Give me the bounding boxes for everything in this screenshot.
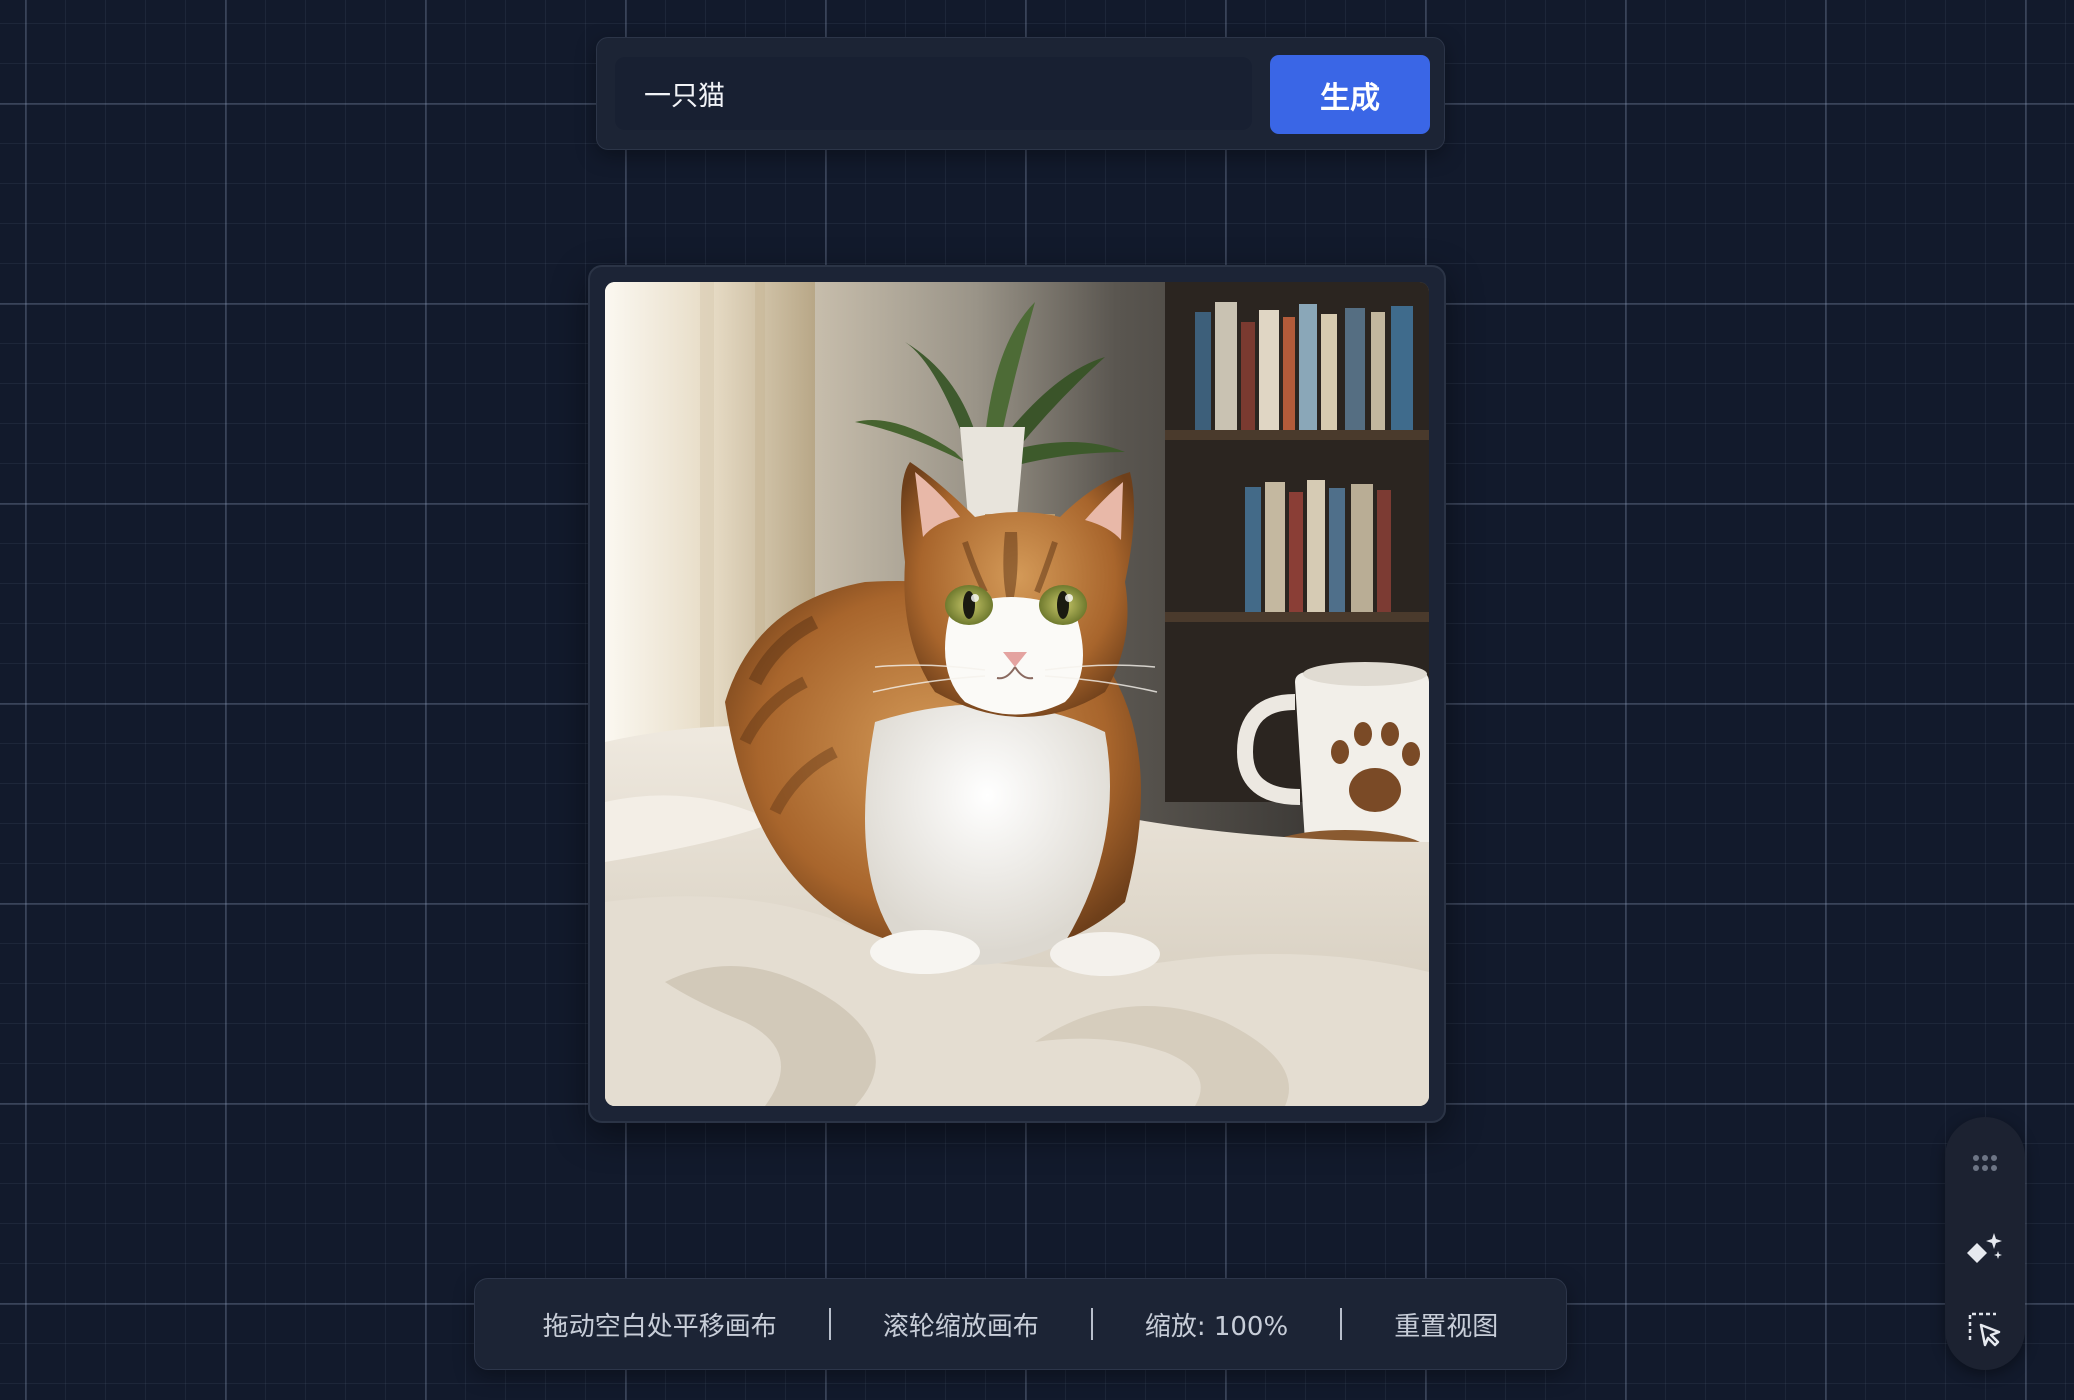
generated-image[interactable]	[605, 282, 1429, 1106]
zoom-hint: 滚轮缩放画布	[882, 1311, 1039, 1342]
reset-view-button[interactable]: 重置视图	[1342, 1306, 1550, 1343]
generated-image-card[interactable]	[588, 265, 1446, 1123]
status-bar: 拖动空白处平移画布 滚轮缩放画布 缩放: 100% 重置视图	[474, 1278, 1567, 1370]
zoom-level: 缩放: 100%	[1144, 1311, 1289, 1342]
grip-dots-icon[interactable]	[1961, 1139, 2009, 1187]
pan-hint: 拖动空白处平移画布	[542, 1311, 777, 1342]
side-toolbar	[1945, 1117, 2025, 1370]
generate-button[interactable]: 生成	[1270, 55, 1430, 134]
select-cursor-icon[interactable]	[1961, 1305, 2009, 1353]
prompt-input[interactable]	[615, 57, 1252, 130]
magic-sparkle-icon[interactable]	[1961, 1225, 2009, 1273]
prompt-bar: 生成	[596, 37, 1445, 150]
